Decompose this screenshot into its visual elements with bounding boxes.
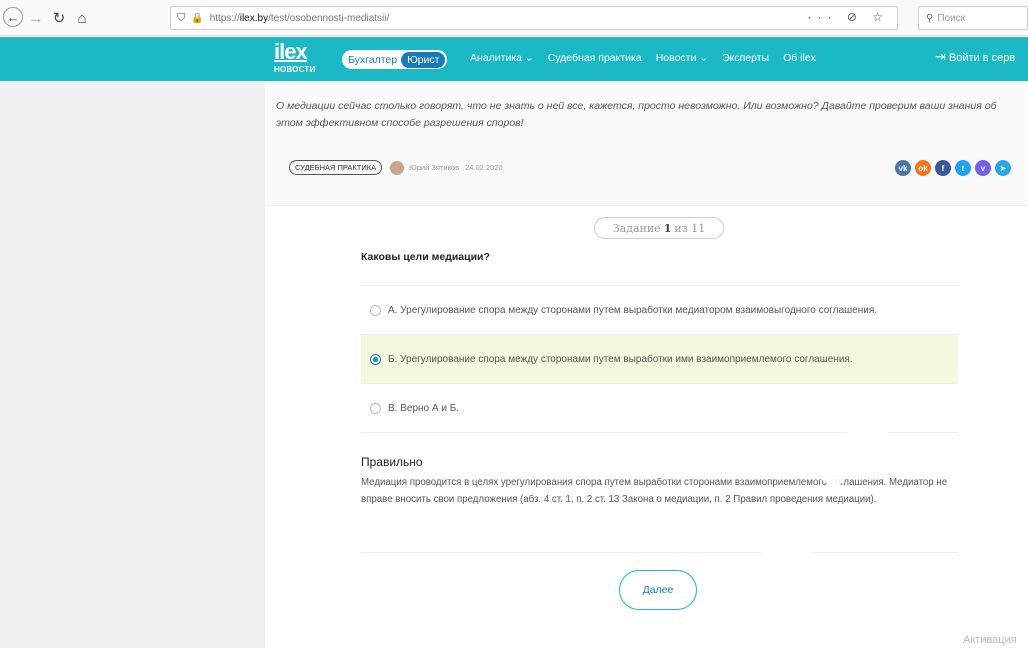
task-prefix: Задание — [612, 221, 661, 235]
lock-icon: 🔒 — [191, 12, 204, 24]
article-date: 24.02.2020 — [465, 163, 503, 172]
watermark-stroke — [700, 510, 830, 648]
task-total: 11 — [691, 221, 706, 235]
nav-item-analytics[interactable]: Аналитика ⌄ — [470, 52, 534, 64]
avatar — [390, 160, 405, 175]
login-button[interactable]: ⇥ Войти в серв — [935, 49, 1015, 65]
category-tag[interactable]: СУДЕБНАЯ ПРАКТИКА — [289, 160, 383, 175]
odnoklassniki-icon[interactable]: ok — [915, 160, 931, 176]
search-placeholder: Поиск — [937, 12, 966, 24]
answer-label-b: Б. Урегулирование спора между сторонами … — [388, 353, 853, 365]
login-label: Войти в серв — [948, 52, 1016, 64]
vk-icon[interactable]: vk — [895, 160, 911, 176]
divider — [361, 432, 958, 433]
answer-option-a[interactable]: А. Урегулирование спора между сторонами … — [361, 286, 958, 334]
logo-text: ilex — [274, 39, 308, 64]
url-host: ilex.by — [239, 12, 269, 24]
telegram-icon[interactable]: ➤ — [995, 160, 1011, 176]
task-mid: из — [674, 221, 688, 235]
url-prefix: https:// — [209, 12, 240, 24]
reload-icon[interactable]: ↻ — [48, 7, 70, 29]
forward-icon[interactable]: → — [25, 7, 47, 29]
task-current: 1 — [663, 221, 672, 235]
os-activation-notice: Активация — [963, 634, 1017, 646]
role-toggle[interactable]: Бухгалтер Юрист — [342, 50, 448, 69]
site-header: ilex НОВОСТИ Бухгалтер Юрист Аналитика ⌄… — [0, 37, 1028, 81]
next-button[interactable]: Далее — [619, 570, 697, 610]
author-name[interactable]: Юрий Зятиков — [409, 163, 459, 172]
task-counter: Задание 1 из 11 — [594, 217, 724, 239]
logo-subtitle: НОВОСТИ — [274, 65, 316, 74]
result-explanation: Медиация проводится в целях урегулирован… — [361, 477, 948, 505]
search-input[interactable]: ⚲ Поиск — [918, 6, 1028, 30]
role-accountant[interactable]: Бухгалтер — [348, 54, 397, 66]
browser-toolbar: ← → ↻ ⌂ ⛉ 🔒 https://ilex.by/test/osobenn… — [0, 0, 1028, 36]
address-bar[interactable]: ⛉ 🔒 https://ilex.by/test/osobennosti-med… — [170, 6, 898, 30]
article-lead: О медиации сейчас столько говорят, что н… — [276, 100, 997, 129]
search-icon: ⚲ — [926, 12, 934, 24]
page-actions-icons[interactable]: ··· ⊘ ☆ — [808, 10, 889, 24]
radio-b[interactable] — [370, 353, 381, 365]
article-meta: СУДЕБНАЯ ПРАКТИКА Юрий Зятиков 24.02.202… — [289, 160, 503, 175]
answer-option-b[interactable]: Б. Урегулирование спора между сторонами … — [361, 335, 958, 383]
nav-item-news[interactable]: Новости ⌄ — [656, 52, 708, 64]
share-buttons: vk ok f t v ➤ — [895, 160, 1015, 176]
answer-label-a: А. Урегулирование спора между сторонами … — [388, 304, 878, 316]
back-icon[interactable]: ← — [3, 7, 23, 27]
main-nav: Аналитика ⌄ Судебная практика Новости ⌄ … — [470, 52, 830, 64]
ilex-logo[interactable]: ilex НОВОСТИ — [274, 39, 316, 77]
login-icon: ⇥ — [935, 49, 946, 64]
viber-icon[interactable]: v — [975, 160, 991, 176]
nav-item-about[interactable]: Об ilex — [783, 52, 816, 64]
facebook-icon[interactable]: f — [935, 160, 951, 176]
home-icon[interactable]: ⌂ — [71, 7, 93, 29]
left-sidebar — [0, 81, 265, 648]
result-title: Правильно — [361, 455, 423, 469]
twitter-icon[interactable]: t — [955, 160, 971, 176]
role-lawyer[interactable]: Юрист — [401, 51, 446, 68]
shield-icon: ⛉ — [177, 11, 186, 24]
radio-a[interactable] — [370, 304, 381, 316]
radio-c[interactable] — [370, 402, 381, 414]
nav-item-court-practice[interactable]: Судебная практика — [548, 52, 642, 64]
nav-item-experts[interactable]: Эксперты — [722, 52, 769, 64]
url-path: /test/osobennosti-mediatsii/ — [268, 12, 390, 24]
answer-label-c: В. Верно А и Б. — [388, 402, 460, 414]
question-text: Каковы цели медиации? — [361, 251, 490, 263]
watermark-stroke — [960, 215, 1028, 360]
divider — [361, 552, 958, 553]
answer-option-c[interactable]: В. Верно А и Б. — [361, 384, 958, 432]
